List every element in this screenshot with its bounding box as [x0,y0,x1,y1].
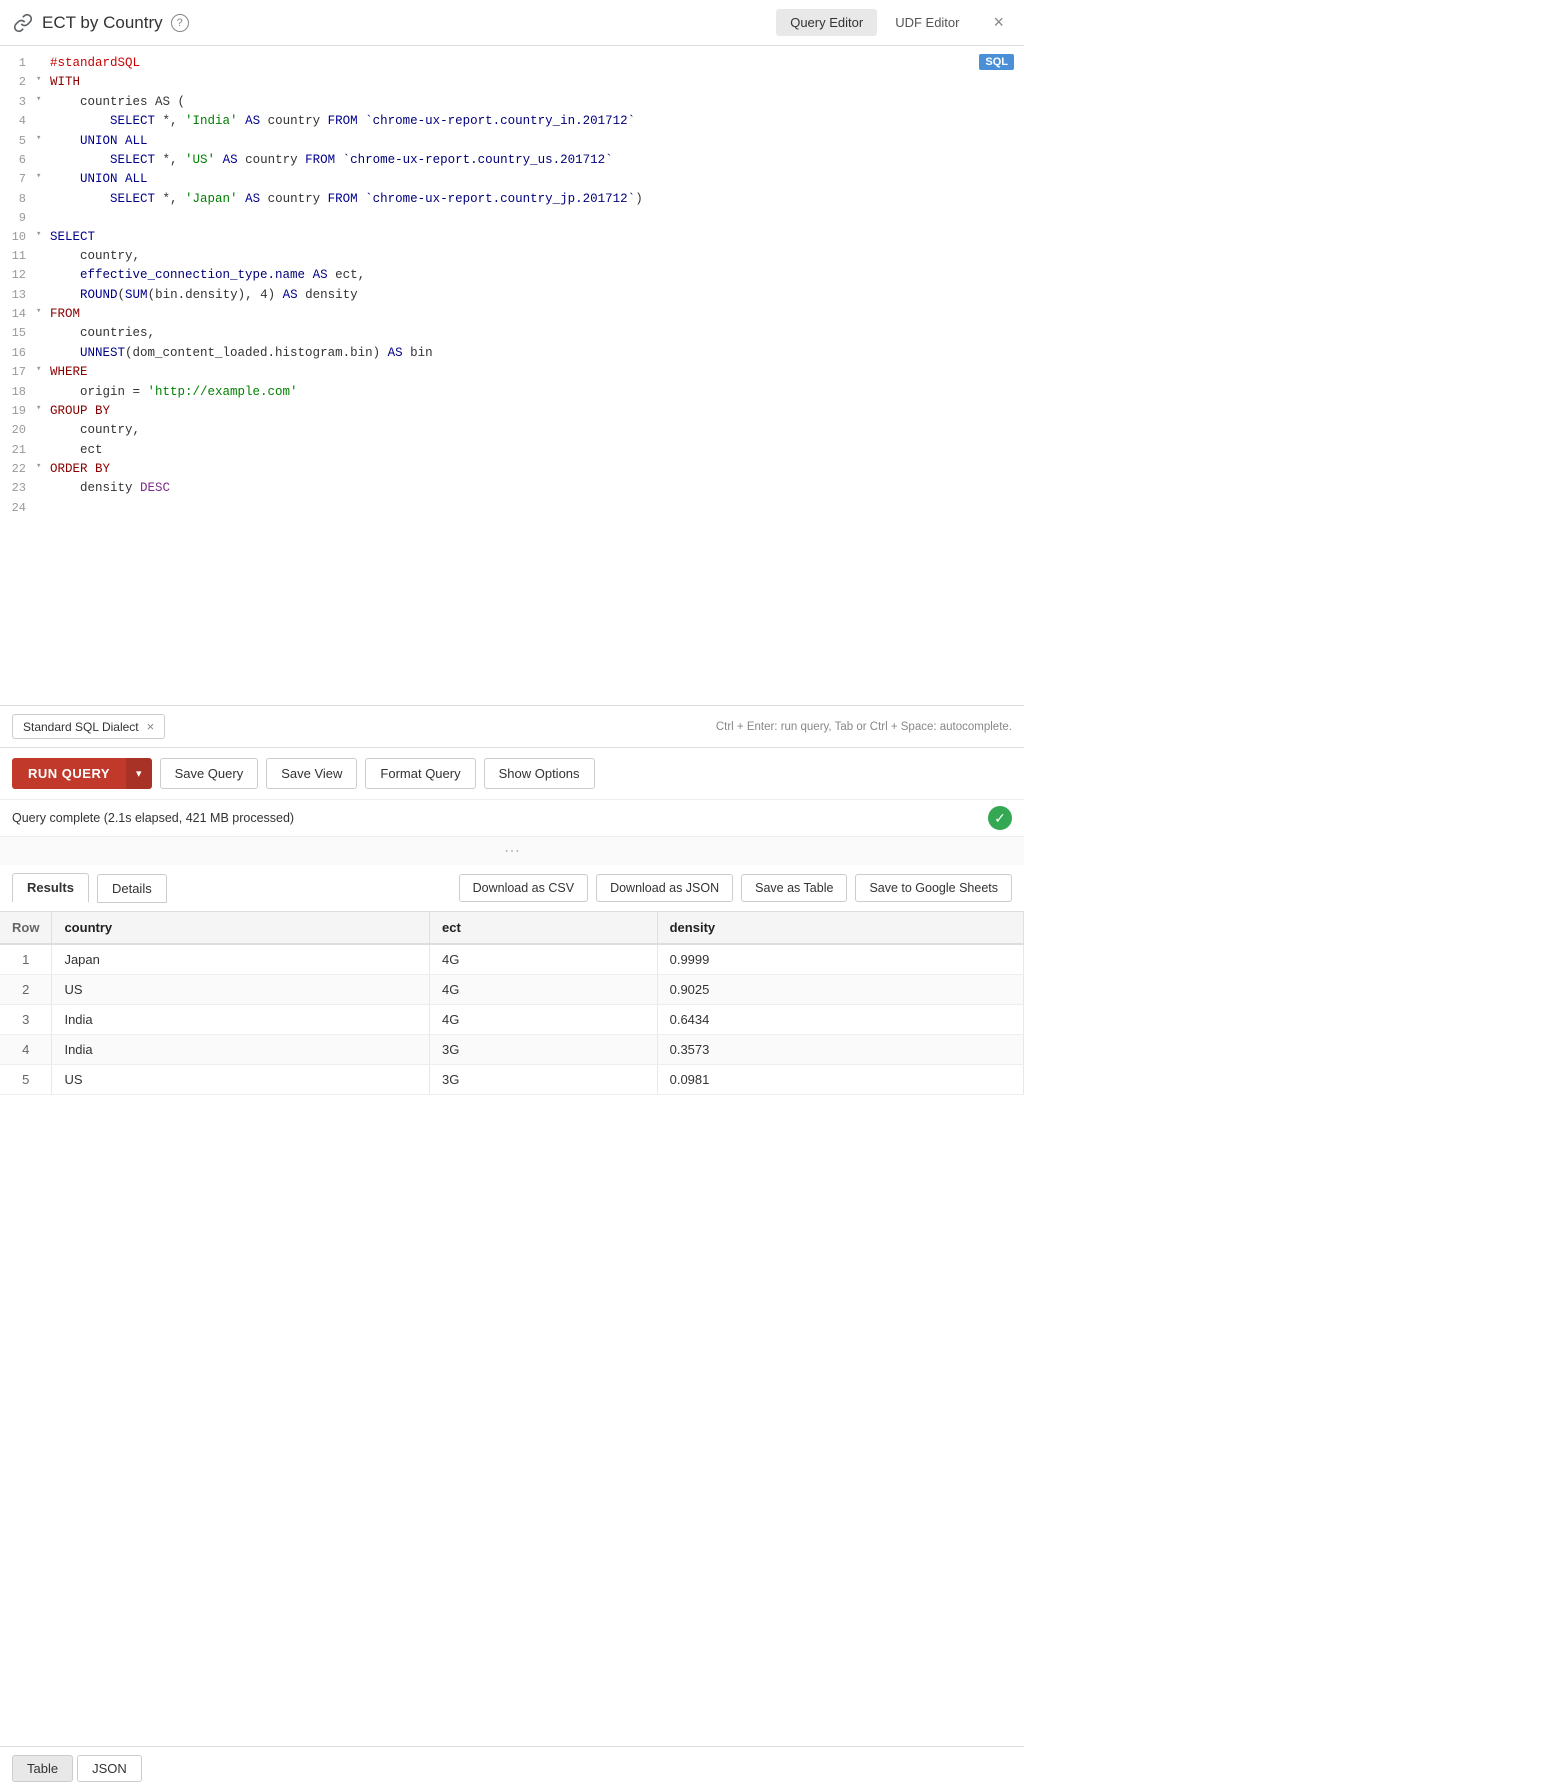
results-header: Results Details Download as CSV Download… [0,865,1024,912]
close-button[interactable]: × [985,8,1012,37]
cell-row: 3 [0,1005,52,1035]
success-icon: ✓ [988,806,1012,830]
format-query-button[interactable]: Format Query [365,758,475,789]
cell-row: 4 [0,1035,52,1065]
save-view-button[interactable]: Save View [266,758,357,789]
cell-ect: 3G [430,1065,658,1095]
tab-results[interactable]: Results [12,873,89,903]
header-title-area: ECT by Country ? [12,12,776,34]
tab-udf-editor[interactable]: UDF Editor [881,9,973,36]
code-line-2: 2 ▾ WITH [0,73,1024,92]
code-line-24: 24 [0,499,1024,518]
toolbar: RUN QUERY ▾ Save Query Save View Format … [0,748,1024,800]
code-line-21: 21 ect [0,441,1024,460]
col-header-density: density [657,912,1023,944]
col-header-country: country [52,912,430,944]
code-line-1: 1 #standardSQL [0,54,1024,73]
cell-ect: 3G [430,1035,658,1065]
code-line-18: 18 origin = 'http://example.com' [0,383,1024,402]
run-query-button[interactable]: RUN QUERY ▾ [12,758,152,789]
code-line-16: 16 UNNEST(dom_content_loaded.histogram.b… [0,344,1024,363]
header: ECT by Country ? Query Editor UDF Editor… [0,0,1024,46]
link-icon [12,12,34,34]
code-line-17: 17 ▾ WHERE [0,363,1024,382]
cell-country: Japan [52,944,430,975]
editor-area[interactable]: SQL 1 #standardSQL 2 ▾ WITH 3 ▾ countrie… [0,46,1024,706]
tab-details[interactable]: Details [97,874,167,903]
cell-country: US [52,1065,430,1095]
run-query-dropdown[interactable]: ▾ [126,758,152,789]
bottom-tabs: Table JSON [0,1746,1024,1790]
dialect-close-icon[interactable]: × [147,719,155,734]
table-row: 5US3G0.0981 [0,1065,1024,1095]
editor-footer: Standard SQL Dialect × Ctrl + Enter: run… [0,706,1024,748]
code-line-23: 23 density DESC [0,479,1024,498]
status-bar: Query complete (2.1s elapsed, 421 MB pro… [0,800,1024,837]
download-json-button[interactable]: Download as JSON [596,874,733,902]
code-line-15: 15 countries, [0,324,1024,343]
results-table: Row country ect density 1Japan4G0.99992U… [0,912,1024,1095]
cell-country: US [52,975,430,1005]
tab-query-editor[interactable]: Query Editor [776,9,877,36]
code-line-20: 20 country, [0,421,1024,440]
shortcut-hint: Ctrl + Enter: run query, Tab or Ctrl + S… [716,721,1012,733]
code-line-5: 5 ▾ UNION ALL [0,132,1024,151]
cell-density: 0.3573 [657,1035,1023,1065]
bottom-tab-json[interactable]: JSON [77,1755,142,1782]
code-line-7: 7 ▾ UNION ALL [0,170,1024,189]
help-icon[interactable]: ? [171,14,189,32]
sql-badge: SQL [979,54,1014,70]
save-to-sheets-button[interactable]: Save to Google Sheets [855,874,1012,902]
cell-ect: 4G [430,1005,658,1035]
cell-density: 0.6434 [657,1005,1023,1035]
code-line-4: 4 SELECT *, 'India' AS country FROM `chr… [0,112,1024,131]
download-csv-button[interactable]: Download as CSV [459,874,588,902]
code-line-10: 10 ▾ SELECT [0,228,1024,247]
code-line-3: 3 ▾ countries AS ( [0,93,1024,112]
run-query-main[interactable]: RUN QUERY [12,758,126,789]
status-text: Query complete (2.1s elapsed, 421 MB pro… [12,811,294,825]
results-actions: Download as CSV Download as JSON Save as… [459,874,1012,902]
cell-density: 0.9025 [657,975,1023,1005]
table-header-row: Row country ect density [0,912,1024,944]
bottom-tab-table[interactable]: Table [12,1755,73,1782]
cell-country: India [52,1005,430,1035]
table-row: 1Japan4G0.9999 [0,944,1024,975]
save-as-table-button[interactable]: Save as Table [741,874,847,902]
code-line-13: 13 ROUND(SUM(bin.density), 4) AS density [0,286,1024,305]
page-title: ECT by Country [42,13,163,33]
cell-ect: 4G [430,975,658,1005]
code-line-19: 19 ▾ GROUP BY [0,402,1024,421]
code-line-14: 14 ▾ FROM [0,305,1024,324]
code-line-12: 12 effective_connection_type.name AS ect… [0,266,1024,285]
code-line-9: 9 [0,209,1024,228]
save-query-button[interactable]: Save Query [160,758,259,789]
code-block[interactable]: 1 #standardSQL 2 ▾ WITH 3 ▾ countries AS… [0,46,1024,705]
cell-density: 0.9999 [657,944,1023,975]
dialect-tag[interactable]: Standard SQL Dialect × [12,714,165,739]
code-line-8: 8 SELECT *, 'Japan' AS country FROM `chr… [0,190,1024,209]
cell-row: 5 [0,1065,52,1095]
results-table-wrapper: Row country ect density 1Japan4G0.99992U… [0,912,1024,1095]
drag-divider[interactable]: ⋯ [0,837,1024,865]
table-row: 2US4G0.9025 [0,975,1024,1005]
code-line-6: 6 SELECT *, 'US' AS country FROM `chrome… [0,151,1024,170]
cell-row: 1 [0,944,52,975]
dialect-label: Standard SQL Dialect [23,720,139,734]
cell-density: 0.0981 [657,1065,1023,1095]
show-options-button[interactable]: Show Options [484,758,595,789]
code-line-11: 11 country, [0,247,1024,266]
col-header-row: Row [0,912,52,944]
table-row: 3India4G0.6434 [0,1005,1024,1035]
code-line-22: 22 ▾ ORDER BY [0,460,1024,479]
cell-row: 2 [0,975,52,1005]
table-row: 4India3G0.3573 [0,1035,1024,1065]
header-tabs: Query Editor UDF Editor × [776,8,1012,37]
cell-ect: 4G [430,944,658,975]
col-header-ect: ect [430,912,658,944]
cell-country: India [52,1035,430,1065]
